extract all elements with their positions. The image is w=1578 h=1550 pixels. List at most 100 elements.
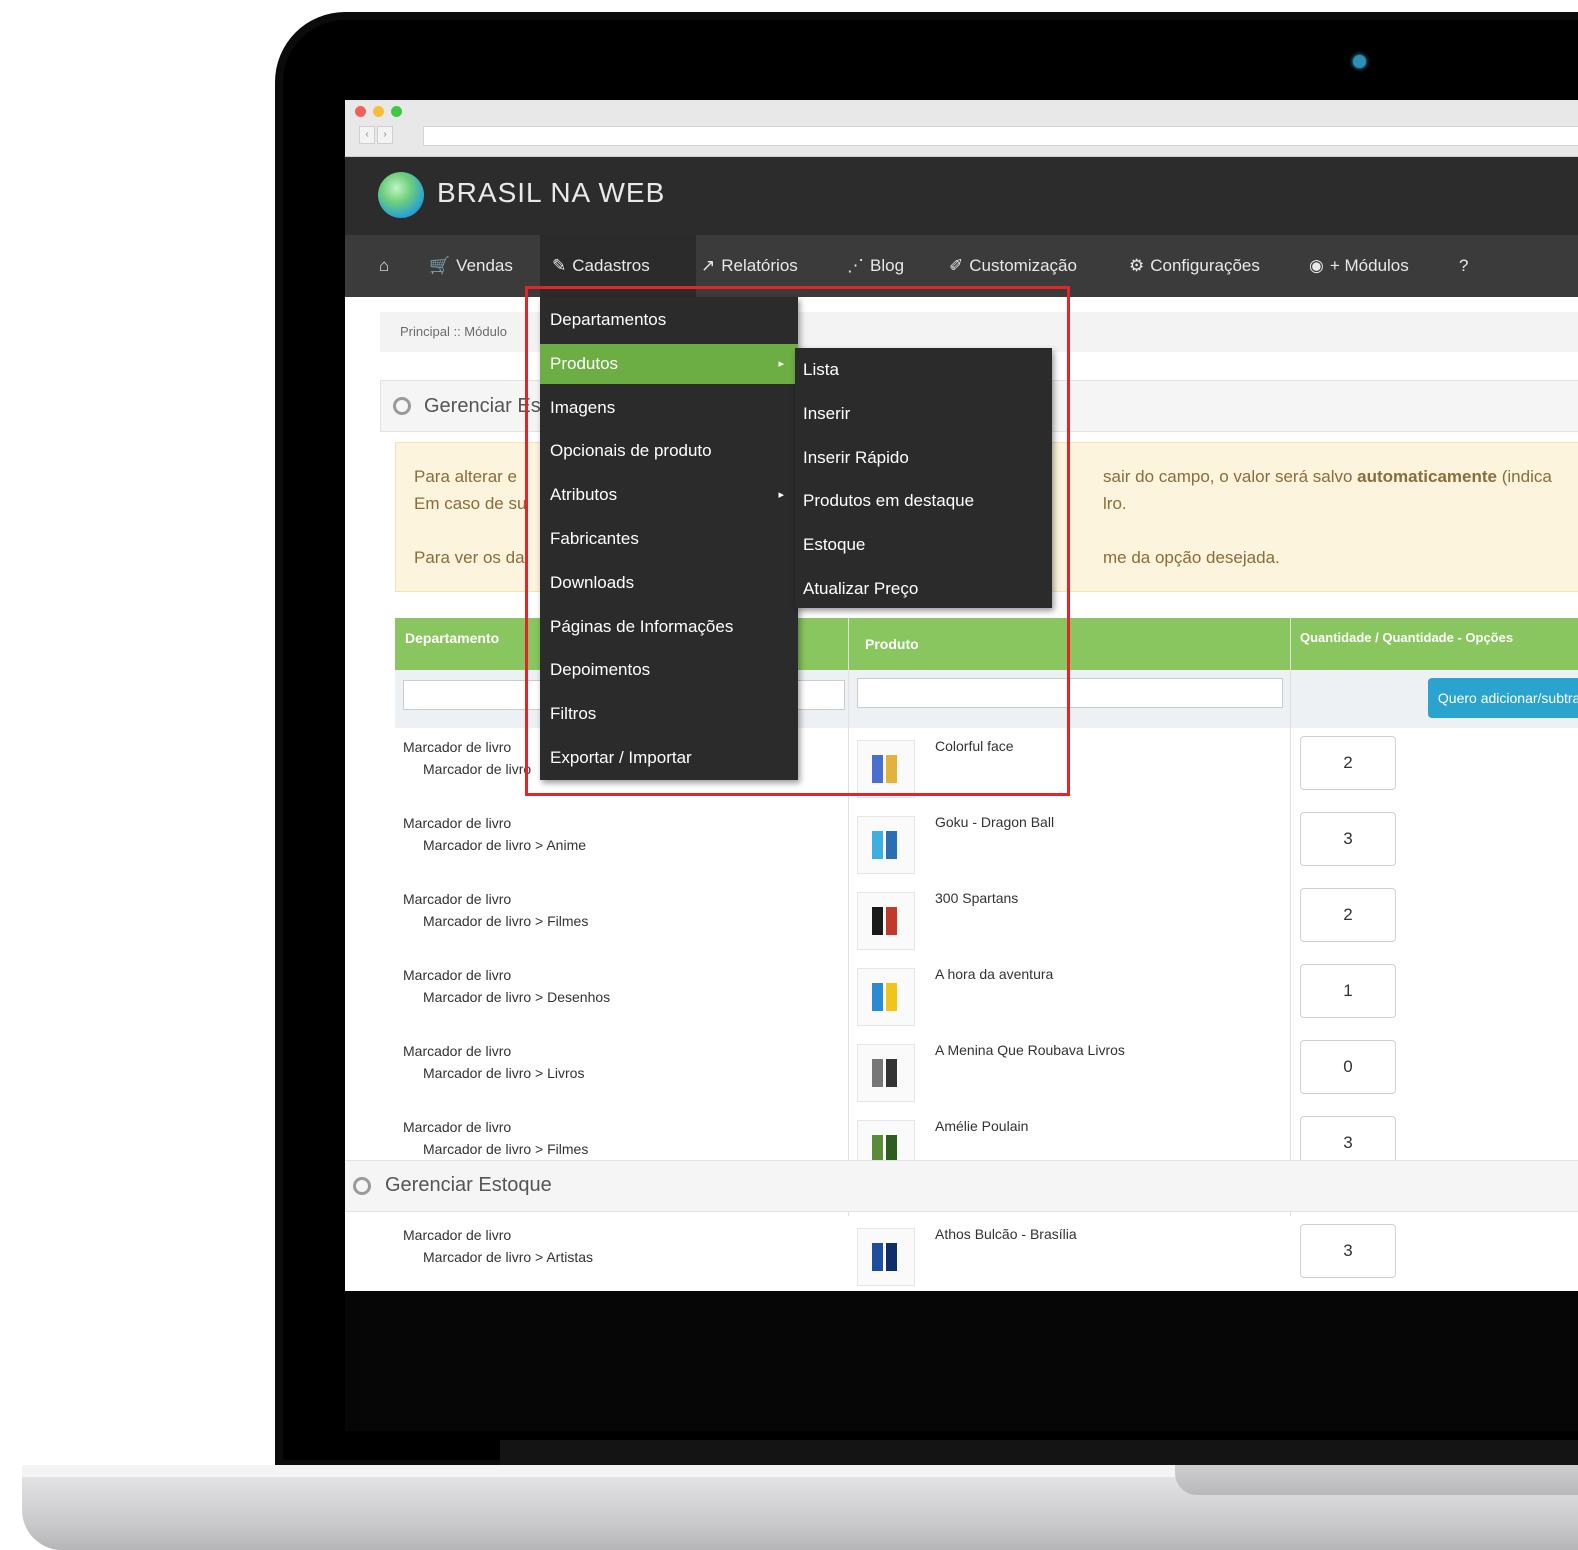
quantity-input[interactable]: 2 [1300,888,1396,942]
thumb-shape [872,1135,883,1163]
add-subtract-button[interactable]: Quero adicionar/subtrair [1428,678,1578,718]
cart-icon: 🛒 [429,256,451,275]
alert-line3-left: Para ver os da [414,548,525,567]
department-path: Marcador de livro > Filmes [423,1141,589,1157]
department-cell: Marcador de livro Marcador de livro > Li… [403,1040,584,1084]
site-header: BRASIL NA WEB [345,157,1578,235]
webcam [1353,55,1366,68]
laptop-hinge [500,1440,1578,1466]
department-cell: Marcador de livro Marcador de livro [403,736,531,780]
close-dot[interactable] [355,106,366,117]
forward-icon[interactable]: › [377,126,393,144]
department-path: Marcador de livro [423,761,532,777]
edit-icon: ✎ [552,256,567,275]
panel-title: Gerenciar Es [424,395,541,417]
department-name: Marcador de livro [403,967,512,983]
product-name[interactable]: A hora da aventura [935,966,1053,982]
thumb-shape [872,907,883,935]
quantity-input[interactable]: 3 [1300,812,1396,866]
breadcrumb-text[interactable]: Principal :: Módulo [400,324,507,339]
alert-line2-left: Em caso de su [414,494,527,513]
minimize-dot[interactable] [373,106,384,117]
table-row: Marcador de livro Marcador de livro > Ar… [395,1216,1578,1291]
address-bar[interactable] [423,126,1578,146]
globe-icon: ◉ [1309,256,1324,275]
chart-icon: ↗ [701,256,716,275]
department-name: Marcador de livro [403,1043,512,1059]
department-path: Marcador de livro > Artistas [423,1249,594,1265]
product-name[interactable]: Athos Bulcão - Brasília [935,1226,1077,1242]
browser-chrome: ‹ › [345,100,1578,157]
quantity-input[interactable]: 0 [1300,1040,1396,1094]
alert-bold: automaticamente [1357,467,1497,486]
product-name[interactable]: 300 Spartans [935,890,1018,906]
nav-label: Relatórios [721,256,798,275]
department-cell: Marcador de livro Marcador de livro > De… [403,964,610,1008]
product-thumbnail[interactable] [857,892,915,950]
alert-text: sair do campo, o valor será salvo [1103,467,1358,486]
department-cell: Marcador de livro Marcador de livro > Ar… [403,1224,593,1268]
alert-line3-right: me da opção desejada. [1103,548,1280,567]
brush-icon: ✐ [949,256,964,275]
quantity-input[interactable]: 1 [1300,964,1396,1018]
thumb-shape [886,983,897,1011]
alert-text: (indica [1497,467,1552,486]
product-name[interactable]: Amélie Poulain [935,1118,1028,1134]
thumb-shape [886,907,897,935]
table-row: Marcador de livro Marcador de livro > Li… [395,1032,1578,1109]
nav-help[interactable]: ? [1459,235,1474,297]
department-name: Marcador de livro [403,739,512,755]
department-path: Marcador de livro > Filmes [423,913,589,929]
gear-icon: ⚙ [1129,256,1145,275]
thumb-shape [886,1059,897,1087]
quantity-input[interactable]: 3 [1300,1224,1396,1278]
thumb-shape [886,831,897,859]
department-path: Marcador de livro > Livros [423,1065,585,1081]
product-thumbnail[interactable] [857,968,915,1026]
nav-label: Blog [870,256,905,275]
nav-label: Customização [969,256,1077,275]
alert-line1-right: sair do campo, o valor será salvo automa… [1103,467,1552,487]
laptop-chin [345,1291,1578,1431]
thumb-shape [872,1243,883,1271]
table-row: Marcador de livro Marcador de livro > An… [395,804,1578,881]
cube-icon [393,397,411,415]
panel-title-bottom: Gerenciar Estoque [385,1174,552,1196]
product-thumbnail[interactable] [857,1228,915,1286]
rss-icon: ⋰ [847,256,864,275]
thumb-shape [886,1135,897,1163]
department-cell: Marcador de livro Marcador de livro > Fi… [403,1116,588,1160]
back-icon[interactable]: ‹ [359,126,375,144]
table-row: Marcador de livro Marcador de livro > De… [395,956,1578,1033]
brand-name: BRASIL NA WEB [437,177,666,208]
nav-vendas[interactable]: 🛒 Vendas [429,235,513,297]
nav-configuracoes[interactable]: ⚙ Configurações [1129,235,1260,297]
nav-label: Vendas [456,256,513,275]
quantity-input[interactable]: 2 [1300,736,1396,790]
home-icon: ⌂ [379,256,390,275]
thumb-shape [886,1243,897,1271]
product-thumbnail[interactable] [857,1044,915,1102]
department-name: Marcador de livro [403,1119,512,1135]
product-name[interactable]: Goku - Dragon Ball [935,814,1054,830]
cube-icon [353,1177,371,1195]
department-name: Marcador de livro [403,815,512,831]
panel-header-bottom: Gerenciar Estoque [345,1160,1578,1212]
department-path: Marcador de livro > Desenhos [423,989,611,1005]
thumb-shape [872,831,883,859]
maximize-dot[interactable] [391,106,402,117]
department-name: Marcador de livro [403,1227,512,1243]
thumb-shape [872,1059,883,1087]
nav-label: + Módulos [1329,256,1409,275]
product-thumbnail[interactable] [857,816,915,874]
department-cell: Marcador de livro Marcador de livro > An… [403,812,586,856]
nav-label: Configurações [1150,256,1260,275]
thumb-shape [872,983,883,1011]
product-name[interactable]: A Menina Que Roubava Livros [935,1042,1125,1058]
nav-modulos[interactable]: ◉ + Módulos [1309,235,1409,297]
help-icon: ? [1459,256,1469,275]
logo-icon [378,172,424,218]
nav-home[interactable]: ⌂ [379,235,395,297]
table-row: Marcador de livro Marcador de livro > Fi… [395,880,1578,957]
laptop-notch [1175,1465,1578,1495]
